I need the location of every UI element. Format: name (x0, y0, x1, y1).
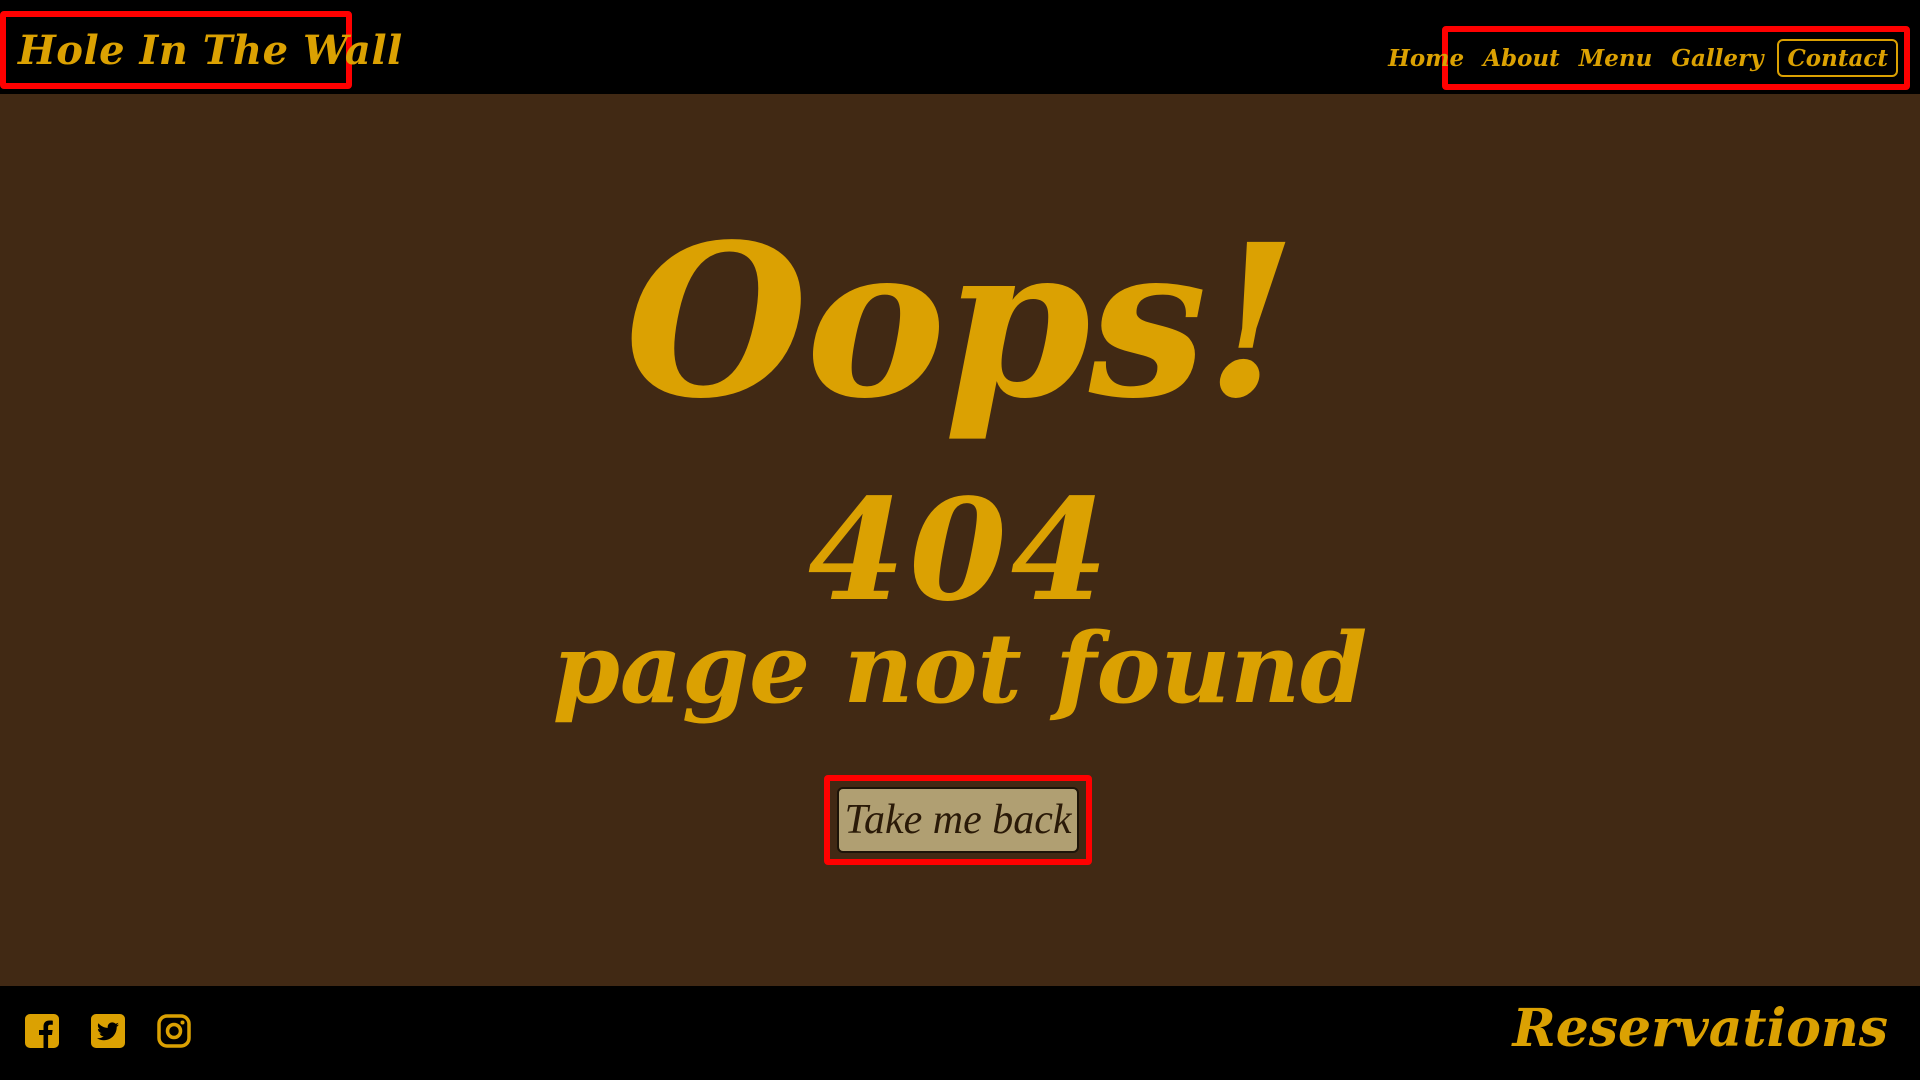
facebook-icon[interactable] (24, 1013, 60, 1049)
nav-contact[interactable]: Contact (1777, 39, 1898, 77)
site-footer: Reservations (0, 986, 1920, 1080)
instagram-icon[interactable] (156, 1013, 192, 1049)
error-headline: Oops! (624, 198, 1297, 445)
back-button-frame: Take me back (824, 775, 1092, 865)
site-header: Hole In The Wall Home About Menu Gallery… (0, 0, 1920, 94)
reservations-link[interactable]: Reservations (1512, 998, 1888, 1060)
error-message: page not found (552, 612, 1368, 725)
page: Hole In The Wall Home About Menu Gallery… (0, 0, 1920, 1080)
error-code: 404 (807, 469, 1113, 633)
take-me-back-button[interactable]: Take me back (837, 787, 1079, 853)
nav-about[interactable]: About (1483, 45, 1560, 72)
social-links (24, 1013, 192, 1049)
nav-menu[interactable]: Menu (1579, 45, 1653, 72)
main-content: Oops! 404 page not found Take me back (0, 94, 1920, 986)
nav-home[interactable]: Home (1388, 45, 1464, 72)
twitter-icon[interactable] (90, 1013, 126, 1049)
nav-gallery[interactable]: Gallery (1671, 45, 1763, 72)
site-logo[interactable]: Hole In The Wall (0, 11, 402, 89)
main-nav: Home About Menu Gallery Contact (1388, 26, 1910, 90)
